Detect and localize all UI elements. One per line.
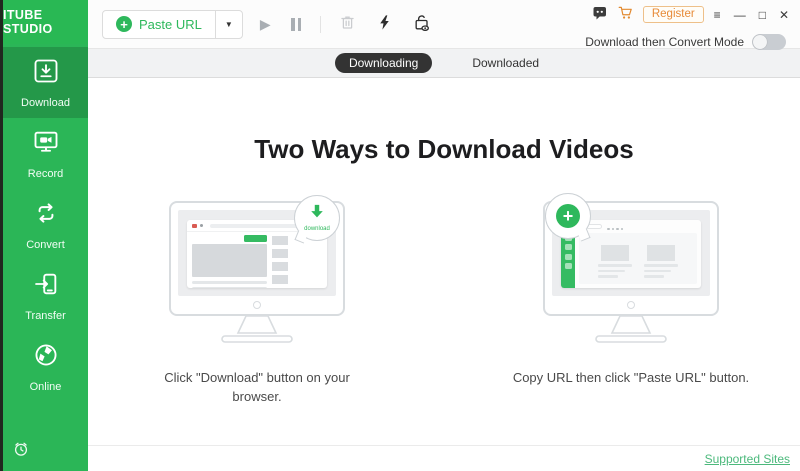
pause-icon: [290, 17, 303, 31]
mock-video-player: [192, 244, 268, 277]
sidebar-item-transfer[interactable]: Transfer: [3, 260, 88, 331]
app-window: iTube Studio Download: [0, 0, 800, 471]
scheduler-clock-icon: [12, 442, 30, 462]
method-caption: Copy URL then click "Paste URL" button.: [512, 370, 750, 385]
toolbar: + Paste URL ▼ ▶ Register ≡ — □ ✕ Downloa…: [88, 0, 800, 50]
sidebar-item-label: Convert: [26, 238, 65, 251]
lightning-icon: [376, 13, 393, 35]
tab-bar: Downloading Downloaded: [88, 48, 800, 78]
right-pane: + Paste URL ▼ ▶ Register ≡ — □ ✕ Downloa…: [88, 0, 800, 471]
private-mode-button[interactable]: [410, 11, 434, 38]
monitor-power-dot: [253, 301, 261, 309]
chat-bubble-icon: [593, 6, 607, 23]
tab-downloaded[interactable]: Downloaded: [458, 53, 553, 73]
monitor-stand: [595, 315, 667, 343]
feedback-button[interactable]: [591, 4, 609, 25]
toggle-knob: [753, 35, 767, 49]
tab-downloading[interactable]: Downloading: [334, 53, 433, 73]
footer: Supported Sites: [88, 445, 800, 471]
sidebar-item-label: Download: [21, 96, 70, 109]
page-title: Two Ways to Download Videos: [254, 134, 634, 164]
high-speed-mode-button[interactable]: [374, 11, 395, 37]
convert-icon: [32, 199, 60, 232]
toolbar-divider: [319, 15, 321, 33]
main-content: Two Ways to Download Videos download Cli…: [88, 78, 800, 445]
caret-down-icon: ▼: [224, 19, 233, 29]
download-icon: [32, 57, 60, 90]
paste-url-main[interactable]: + Paste URL: [103, 11, 215, 38]
lock-eye-icon: [412, 13, 432, 36]
sidebar: iTube Studio Download: [0, 0, 88, 471]
method-browser-download: download Click "Download" button on your…: [117, 195, 397, 407]
store-cart-button[interactable]: [616, 3, 636, 26]
download-callout-bubble: download: [294, 195, 340, 244]
trash-icon: [338, 13, 357, 35]
mock-close-dot: [192, 223, 197, 228]
download-arrow-icon: [308, 204, 326, 225]
monitor-illustration-browser: download: [169, 195, 345, 345]
plus-icon: +: [556, 204, 580, 228]
transfer-icon: [32, 270, 60, 303]
sidebar-item-convert[interactable]: Convert: [3, 189, 88, 260]
sidebar-item-label: Online: [29, 380, 62, 393]
monitor-stand: [221, 315, 293, 343]
convert-mode-label: Download then Convert Mode: [585, 35, 744, 49]
online-icon: [32, 341, 60, 374]
callout-download-label: download: [304, 226, 330, 232]
scheduler-clock-button[interactable]: [12, 440, 30, 463]
play-icon: ▶: [259, 15, 271, 32]
record-icon: [32, 128, 60, 161]
download-methods: download Click "Download" button on your…: [117, 193, 771, 407]
mock-dot: [200, 224, 203, 227]
sidebar-item-record[interactable]: Record: [3, 118, 88, 189]
paste-url-callout-bubble: +: [545, 193, 591, 242]
cart-icon: [618, 5, 634, 24]
topbar-right: Register ≡ — □ ✕ Download then Convert M…: [585, 0, 800, 50]
sidebar-item-label: Transfer: [25, 309, 66, 322]
sidebar-item-download[interactable]: Download: [3, 47, 88, 118]
paste-url-label: Paste URL: [139, 16, 202, 32]
sidebar-item-online[interactable]: Online: [3, 331, 88, 402]
plus-icon: +: [116, 16, 132, 32]
start-download-button[interactable]: ▶: [258, 14, 273, 35]
supported-sites-link[interactable]: Supported Sites: [705, 452, 790, 466]
register-button[interactable]: Register: [642, 6, 704, 23]
sidebar-nav: Download Record Convert Transfer Online: [3, 47, 88, 402]
app-logo: iTube Studio: [3, 0, 88, 44]
mock-download-button: [244, 235, 268, 242]
menu-button[interactable]: ≡: [711, 8, 724, 22]
sidebar-item-label: Record: [27, 167, 64, 180]
method-paste-url: + Copy URL then click "Paste URL" button…: [491, 193, 771, 407]
paste-url-button[interactable]: + Paste URL ▼: [102, 9, 243, 39]
method-caption: Click "Download" button on your browser.: [164, 370, 350, 404]
pause-download-button[interactable]: [288, 16, 305, 33]
monitor-illustration-app: +: [543, 193, 719, 345]
close-button[interactable]: ✕: [776, 8, 792, 22]
maximize-button[interactable]: □: [756, 8, 769, 22]
minimize-button[interactable]: —: [731, 8, 749, 22]
convert-mode-toggle[interactable]: [752, 34, 786, 50]
monitor-power-dot: [627, 301, 635, 309]
mock-address-bar: [210, 223, 306, 228]
paste-url-dropdown[interactable]: ▼: [214, 10, 242, 38]
delete-button[interactable]: [336, 11, 359, 37]
